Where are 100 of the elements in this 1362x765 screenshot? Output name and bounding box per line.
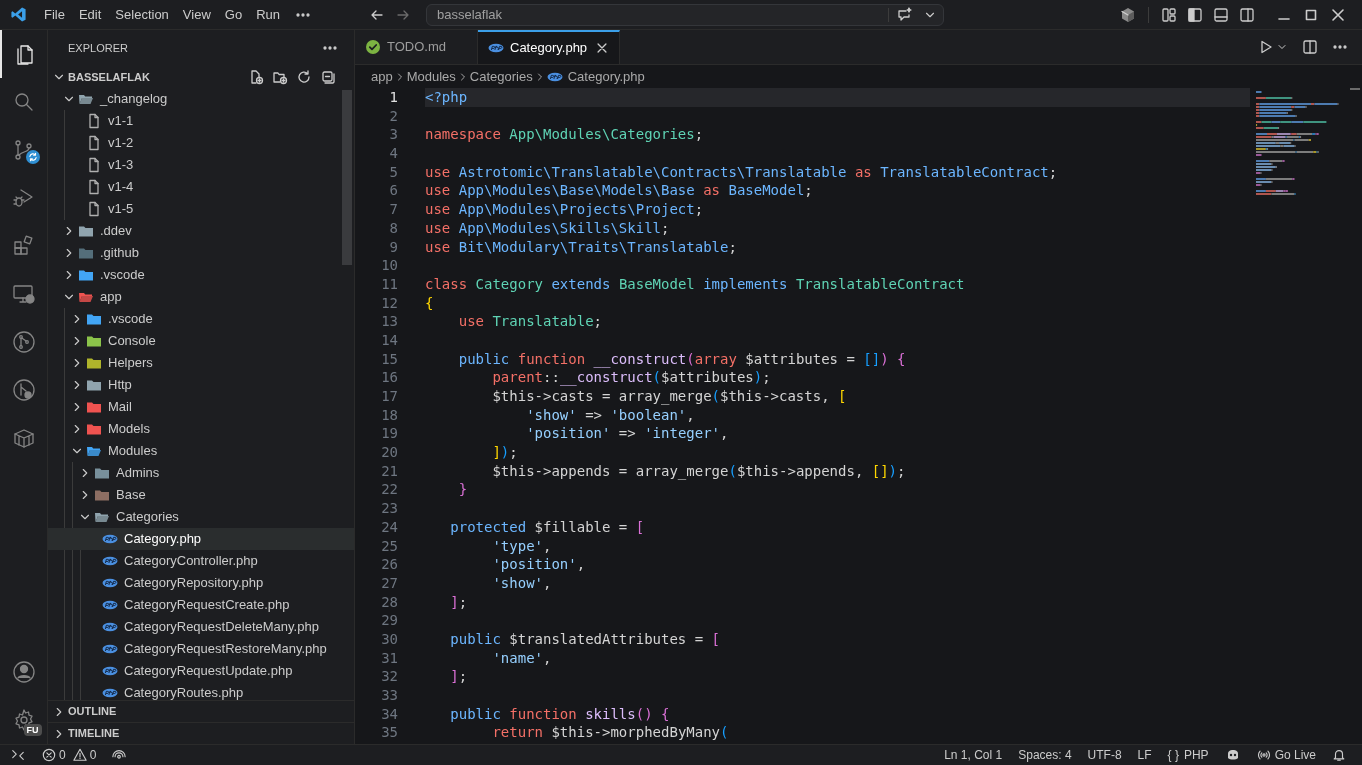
sidebar-toggle-icon[interactable] [1187, 6, 1203, 23]
line-number: 3 [388, 125, 398, 145]
code-line: $this->casts = array_merge($this->casts, [ [491, 387, 848, 406]
tree-item[interactable]: Http [48, 374, 354, 396]
problems-button[interactable]: 0 0 [36, 746, 103, 764]
line-number: 23 [380, 499, 398, 518]
tree-item[interactable]: _changelog [48, 88, 354, 110]
line-ending-setting[interactable]: LF [1129, 746, 1160, 764]
split-editor-icon[interactable] [1302, 39, 1318, 55]
secondary-sidebar-icon[interactable] [1239, 6, 1255, 23]
tree-item[interactable]: v1-1 [48, 110, 354, 132]
code-line: ]; [449, 667, 469, 686]
code-line: class Category extends BaseModel implements TranslatableContract [425, 274, 966, 294]
code-line: } [457, 480, 469, 500]
file-icon [86, 113, 102, 129]
tree-item[interactable]: v1-2 [48, 132, 354, 154]
tree-item[interactable]: .vscode [48, 264, 354, 286]
line-number: 11 [380, 274, 398, 294]
tree-item[interactable]: Categories [48, 506, 354, 528]
error-icon [42, 748, 56, 762]
tree-item[interactable]: app [48, 286, 354, 308]
editor-tab[interactable]: Category.php [478, 30, 621, 64]
code-line: public $translatedAttributes = [ [449, 629, 721, 649]
go-live-button[interactable]: Go Live [1248, 746, 1324, 764]
line-number: 20 [380, 443, 398, 462]
line-number: 21 [380, 461, 398, 481]
menu-item[interactable]: View [175, 3, 218, 26]
close-icon[interactable] [1330, 6, 1346, 23]
command-center[interactable]: basselaflak [426, 3, 944, 26]
sidebar-section-header[interactable]: OUTLINE [48, 700, 354, 722]
manage-button[interactable]: FU [0, 696, 48, 744]
tree-item[interactable]: Mail [48, 396, 354, 418]
chat-sparkle-icon[interactable] [897, 6, 913, 23]
menu-item[interactable]: Selection [108, 3, 176, 26]
tree-item[interactable]: Admins [48, 462, 354, 484]
tree-item[interactable]: Models [48, 418, 354, 440]
tree-item[interactable]: CategoryRequestUpdate.php [48, 660, 354, 682]
cube-icon[interactable] [1120, 6, 1136, 23]
line-number: 28 [380, 592, 398, 612]
line-number: 32 [380, 667, 398, 686]
line-number: 5 [388, 162, 398, 182]
tree-item[interactable]: .github [48, 242, 354, 264]
tree-item[interactable]: CategoryRequestCreate.php [48, 594, 354, 616]
broadcast-icon [112, 748, 127, 762]
menu-item[interactable]: Edit [71, 3, 109, 26]
collapse-all-icon[interactable] [320, 69, 336, 85]
line-number: 6 [388, 181, 398, 201]
run-icon[interactable] [1258, 39, 1274, 55]
tree-item[interactable]: v1-3 [48, 154, 354, 176]
line-number: 26 [380, 555, 398, 574]
workspace-root[interactable]: BASSELAFLAK [48, 66, 354, 88]
tree-item[interactable]: v1-5 [48, 198, 354, 220]
file-icon [86, 157, 102, 173]
tree-item[interactable]: CategoryRepository.php [48, 572, 354, 594]
menu-item[interactable]: Run [249, 3, 287, 26]
code-line: 'show', [491, 573, 553, 593]
code-line: public function skills() { [449, 704, 671, 724]
refresh-icon[interactable] [296, 69, 312, 85]
file-icon [86, 179, 102, 195]
tree-item[interactable]: Helpers [48, 352, 354, 374]
line-number: 4 [388, 144, 398, 163]
sidebar-title: EXPLORER [68, 40, 128, 56]
layout-icon[interactable] [1161, 6, 1177, 23]
line-number: 1 [388, 88, 398, 107]
breadcrumb-item[interactable]: app [371, 66, 393, 87]
line-number: 2 [388, 106, 398, 126]
breadcrumb-item[interactable]: Modules [406, 66, 456, 87]
tree-item[interactable]: Base [48, 484, 354, 506]
line-number: 12 [380, 293, 398, 313]
menu-item[interactable]: Go [217, 3, 250, 26]
tree-item[interactable]: .vscode [48, 308, 354, 330]
tree-item[interactable]: CategoryRoutes.php [48, 682, 354, 700]
tree-item[interactable]: Modules [48, 440, 354, 462]
tree-item[interactable]: CategoryRequestRestoreMany.php [48, 638, 354, 660]
new-folder-icon[interactable] [272, 69, 288, 85]
code-line: use Bit\Modulary\Traits\Translatable; [425, 237, 738, 257]
tree-item[interactable]: Category.php [48, 528, 354, 550]
indentation-setting[interactable]: Spaces: 4 [1010, 746, 1080, 764]
menu-item[interactable]: File [37, 3, 72, 26]
code-line: namespace App\Modules\Categories; [425, 125, 705, 145]
git-graph-icon [11, 330, 36, 354]
new-file-icon[interactable] [248, 69, 264, 85]
panel-toggle-icon[interactable] [1213, 6, 1229, 23]
tree-item[interactable]: v1-4 [48, 176, 354, 198]
tree-item[interactable]: CategoryRequestDeleteMany.php [48, 616, 354, 638]
tree-item[interactable]: .ddev [48, 220, 354, 242]
code-line: 'type', [491, 536, 553, 556]
tree-item[interactable]: CategoryController.php [48, 550, 354, 572]
line-number: 8 [388, 218, 398, 238]
breadcrumb-item[interactable]: Categories [469, 66, 533, 87]
line-number: 35 [380, 723, 398, 743]
breadcrumb-item[interactable]: Category.php [546, 66, 645, 87]
file-icon [86, 201, 102, 217]
tree-item[interactable]: Console [48, 330, 354, 352]
encoding-setting[interactable]: UTF-8 [1079, 746, 1130, 764]
code-line: { [425, 293, 435, 313]
language-mode[interactable]: { } PHP [1159, 746, 1217, 764]
command-center-text: basselaflak [437, 5, 504, 24]
cursor-position[interactable]: Ln 1, Col 1 [936, 746, 1011, 764]
line-number: 18 [380, 405, 398, 425]
